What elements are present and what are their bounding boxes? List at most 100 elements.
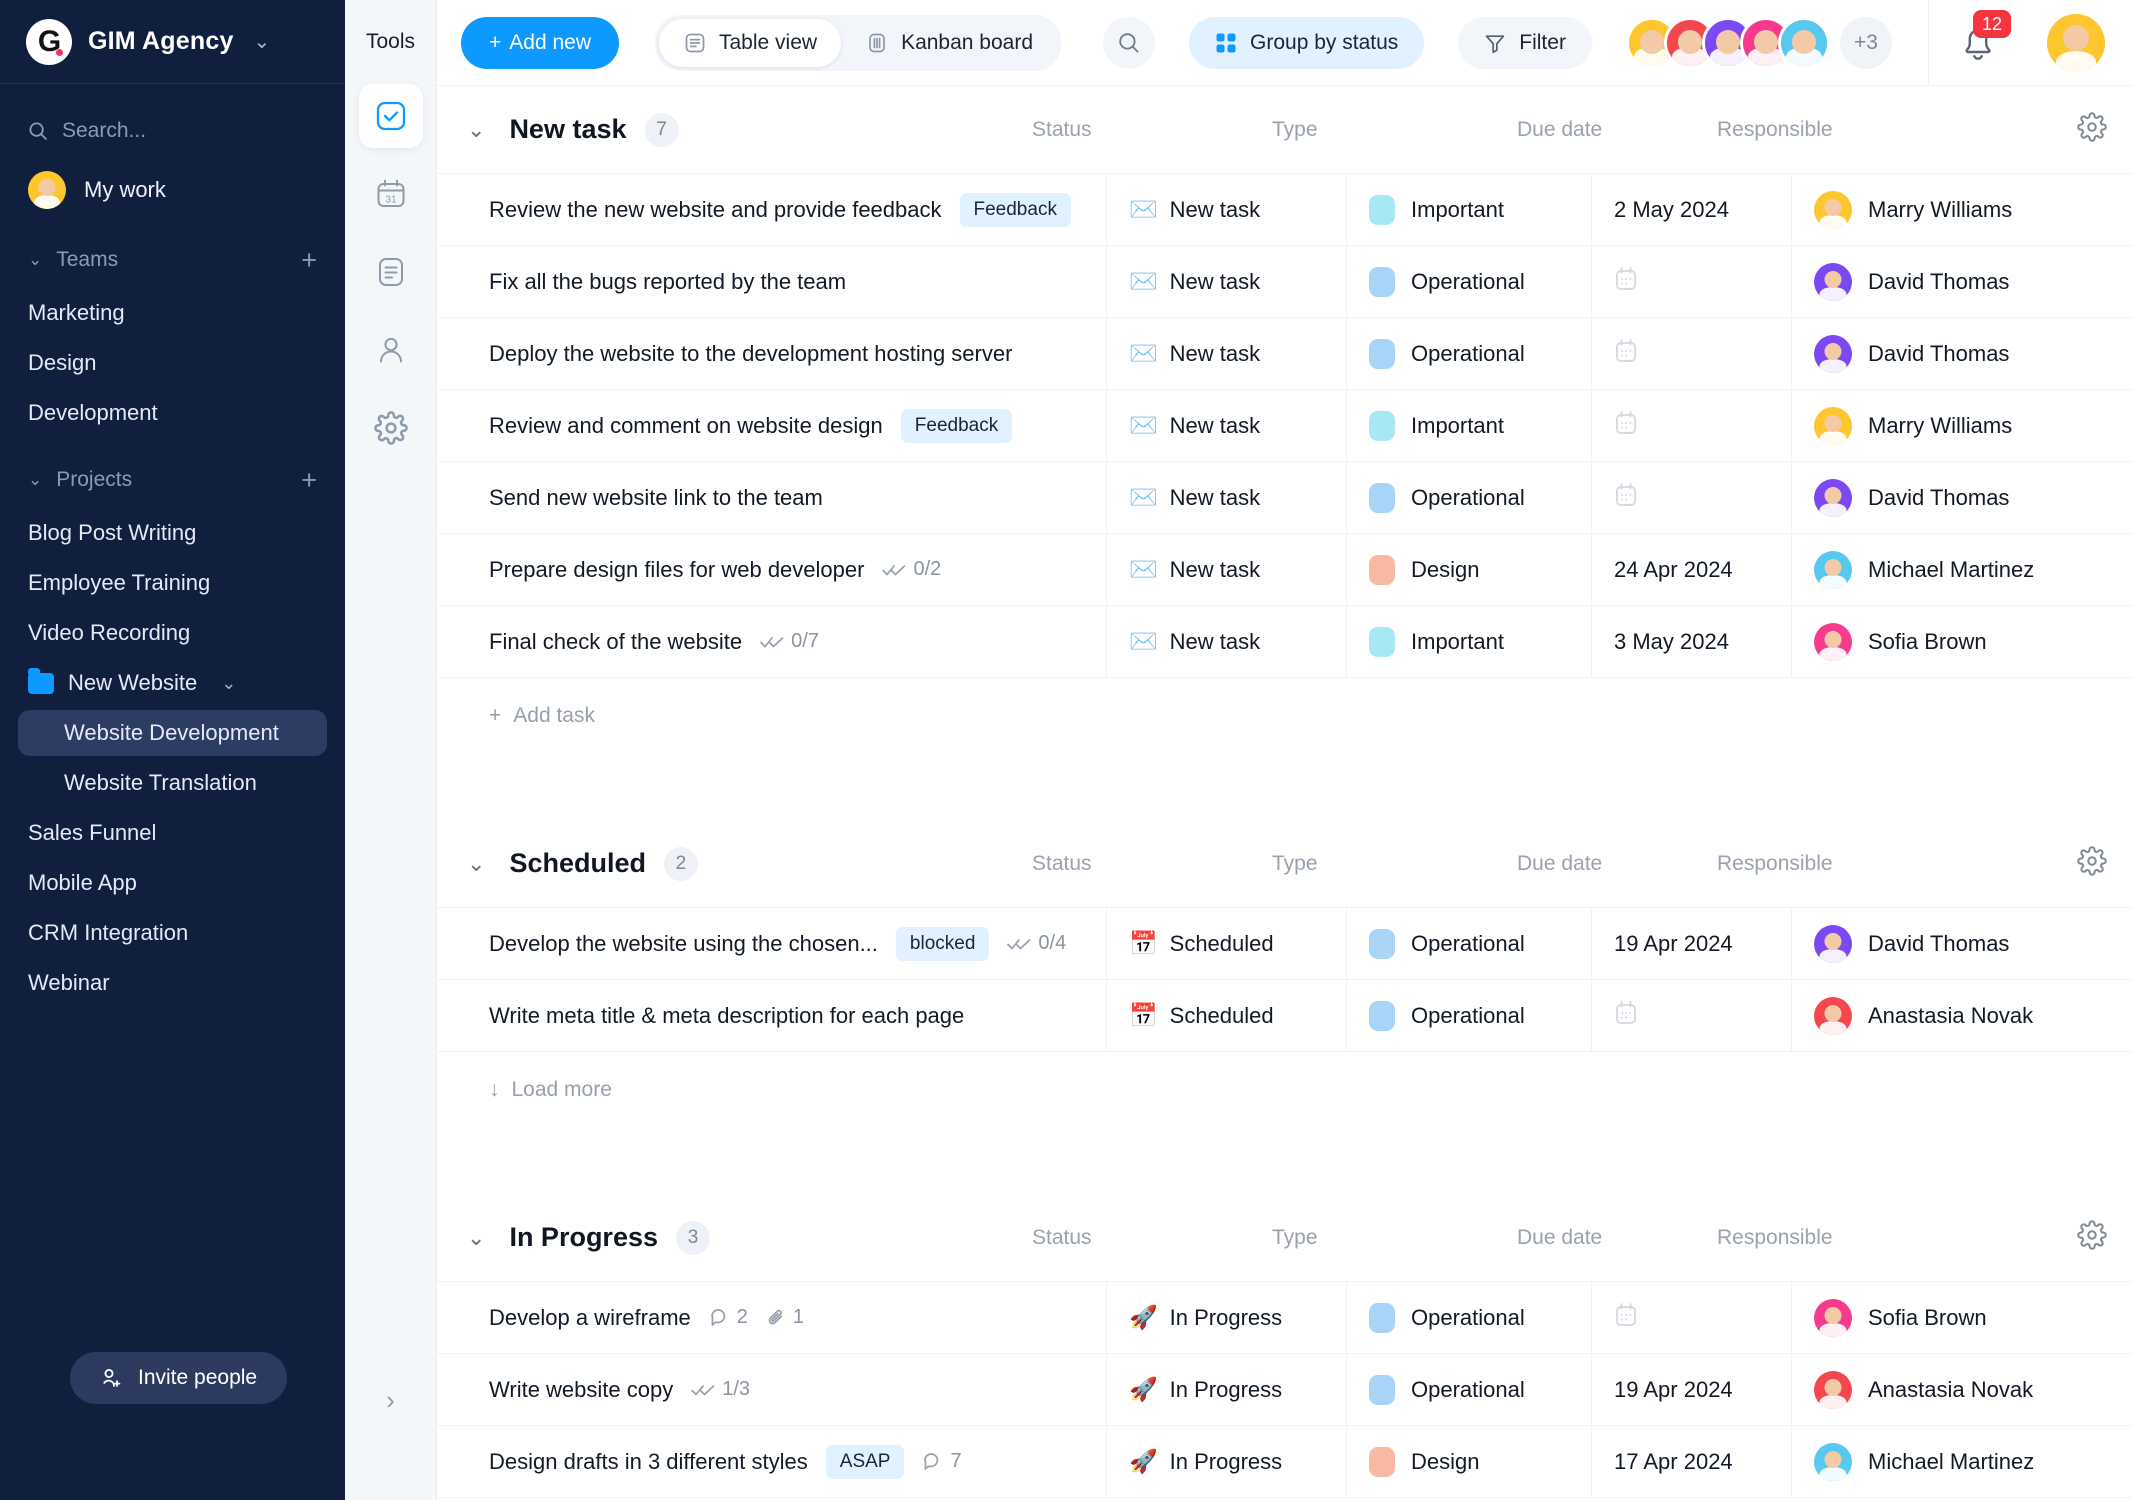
cell-task[interactable]: Write website copy 1/3: [437, 1354, 1107, 1425]
table-row[interactable]: Review and comment on website design Feed…: [437, 390, 2133, 462]
table-row[interactable]: Deploy the website to the development ho…: [437, 318, 2133, 390]
cell-type[interactable]: Operational: [1347, 462, 1592, 533]
sidebar-item-sales-funnel[interactable]: Sales Funnel: [0, 808, 345, 858]
table-row[interactable]: Write meta title & meta description for …: [437, 980, 2133, 1052]
cell-due-date[interactable]: 19 Apr 2024: [1592, 1354, 1792, 1425]
cell-status[interactable]: ✉️ New task: [1107, 534, 1347, 605]
cell-responsible[interactable]: Michael Martinez: [1792, 534, 2133, 605]
more-members-count[interactable]: +3: [1840, 16, 1892, 69]
cell-status[interactable]: 🚀 In Progress: [1107, 1426, 1347, 1497]
sidebar-item-development[interactable]: Development: [0, 388, 345, 438]
notifications-button[interactable]: 12: [1955, 9, 2012, 66]
calendar-icon[interactable]: 31: [359, 162, 423, 226]
cell-type[interactable]: Design: [1347, 534, 1592, 605]
cell-task[interactable]: Develop the website using the chosen... b…: [437, 908, 1107, 979]
workspace-switcher[interactable]: G GIM Agency ⌄: [0, 0, 345, 84]
search-button[interactable]: [1103, 16, 1156, 69]
cell-type[interactable]: Important: [1347, 606, 1592, 677]
add-team-button[interactable]: +: [301, 246, 317, 274]
cell-responsible[interactable]: Marry Williams: [1792, 174, 2133, 245]
tab-kanban-board[interactable]: Kanban board: [841, 19, 1057, 67]
cell-task[interactable]: Develop a wireframe 2 1: [437, 1282, 1107, 1353]
cell-type[interactable]: Design: [1347, 1426, 1592, 1497]
cell-status[interactable]: 🚀 In Progress: [1107, 1282, 1347, 1353]
cell-status[interactable]: ✉️ New task: [1107, 606, 1347, 677]
sidebar-item-video-recording[interactable]: Video Recording: [0, 608, 345, 658]
cell-due-date[interactable]: [1592, 246, 1792, 317]
cell-type[interactable]: Operational: [1347, 1282, 1592, 1353]
cell-status[interactable]: 📅 Scheduled: [1107, 980, 1347, 1051]
cell-task[interactable]: Prepare design files for web developer 0/…: [437, 534, 1107, 605]
cell-type[interactable]: Operational: [1347, 980, 1592, 1051]
sidebar-item-design[interactable]: Design: [0, 338, 345, 388]
cell-status[interactable]: ✉️ New task: [1107, 390, 1347, 461]
calendar-empty-icon[interactable]: [1614, 1000, 1638, 1031]
chevron-down-icon[interactable]: ⌄: [467, 851, 485, 877]
cell-responsible[interactable]: David Thomas: [1792, 318, 2133, 389]
cell-due-date[interactable]: 19 Apr 2024: [1592, 908, 1792, 979]
cell-task[interactable]: Fix all the bugs reported by the team: [437, 246, 1107, 317]
cell-due-date[interactable]: [1592, 980, 1792, 1051]
task-group-header[interactable]: ⌄ Scheduled 2 Status Type Due date Responsible: [437, 820, 2133, 908]
table-row[interactable]: Review the new website and provide feedb…: [437, 174, 2133, 246]
cell-responsible[interactable]: Sofia Brown: [1792, 1282, 2133, 1353]
cell-responsible[interactable]: David Thomas: [1792, 462, 2133, 533]
cell-responsible[interactable]: Michael Martinez: [1792, 1426, 2133, 1497]
table-row[interactable]: Prepare design files for web developer 0/…: [437, 534, 2133, 606]
cell-status[interactable]: 🚀 In Progress: [1107, 1354, 1347, 1425]
cell-type[interactable]: Operational: [1347, 1354, 1592, 1425]
cell-responsible[interactable]: Anastasia Novak: [1792, 980, 2133, 1051]
sidebar-item-webinar[interactable]: Webinar: [0, 958, 345, 1008]
sidebar-item-marketing[interactable]: Marketing: [0, 288, 345, 338]
contacts-icon[interactable]: [359, 318, 423, 382]
cell-status[interactable]: ✉️ New task: [1107, 462, 1347, 533]
cell-task[interactable]: Deploy the website to the development ho…: [437, 318, 1107, 389]
tasks-icon[interactable]: [358, 84, 423, 148]
cell-responsible[interactable]: Anastasia Novak: [1792, 1354, 2133, 1425]
cell-due-date[interactable]: 17 Apr 2024: [1592, 1426, 1792, 1497]
sidebar-section-teams[interactable]: ⌄ Teams +: [0, 232, 345, 288]
sidebar-item-employee-training[interactable]: Employee Training: [0, 558, 345, 608]
task-group-header[interactable]: ⌄ New task 7 Status Type Due date Responsible: [437, 86, 2133, 174]
invite-people-button[interactable]: Invite people: [70, 1352, 288, 1404]
cell-responsible[interactable]: Marry Williams: [1792, 390, 2133, 461]
cell-due-date[interactable]: [1592, 318, 1792, 389]
table-row[interactable]: Fix all the bugs reported by the team ✉️ N…: [437, 246, 2133, 318]
cell-task[interactable]: Review and comment on website design Feed…: [437, 390, 1107, 461]
cell-type[interactable]: Operational: [1347, 908, 1592, 979]
task-table-scroll[interactable]: ⌄ New task 7 Status Type Due date Responsible R…: [437, 86, 2133, 1500]
sidebar-item-mobile-app[interactable]: Mobile App: [0, 858, 345, 908]
cell-type[interactable]: Important: [1347, 390, 1592, 461]
table-row[interactable]: Write website copy 1/3 🚀 In Progress Operati…: [437, 1354, 2133, 1426]
sidebar-item-website-development[interactable]: Website Development: [0, 708, 345, 758]
table-row[interactable]: Final check of the website 0/7 ✉️ New task I…: [437, 606, 2133, 678]
calendar-empty-icon[interactable]: [1614, 1302, 1638, 1333]
table-row[interactable]: Develop a wireframe 2 1 🚀 In Progress Operati…: [437, 1282, 2133, 1354]
cell-responsible[interactable]: David Thomas: [1792, 908, 2133, 979]
cell-type[interactable]: Operational: [1347, 246, 1592, 317]
sidebar-search[interactable]: Search...: [0, 100, 345, 162]
cell-due-date[interactable]: [1592, 390, 1792, 461]
tab-table-view[interactable]: Table view: [659, 18, 842, 67]
sidebar-item-crm-integration[interactable]: CRM Integration: [0, 908, 345, 958]
chevron-down-icon[interactable]: ⌄: [467, 117, 485, 143]
cell-due-date[interactable]: [1592, 462, 1792, 533]
cell-responsible[interactable]: Sofia Brown: [1792, 606, 2133, 677]
calendar-empty-icon[interactable]: [1614, 266, 1638, 297]
cell-responsible[interactable]: David Thomas: [1792, 246, 2133, 317]
cell-type[interactable]: Important: [1347, 174, 1592, 245]
add-project-button[interactable]: +: [301, 466, 317, 494]
column-settings-button[interactable]: [2077, 1220, 2107, 1255]
add-task-button[interactable]: + Add task: [437, 678, 2133, 754]
cell-due-date[interactable]: 3 May 2024: [1592, 606, 1792, 677]
table-row[interactable]: Design drafts in 3 different styles ASAP 7…: [437, 1426, 2133, 1498]
chevron-down-icon[interactable]: ⌄: [467, 1225, 485, 1251]
filter-button[interactable]: Filter: [1458, 16, 1592, 69]
table-row[interactable]: Develop the website using the chosen... b…: [437, 908, 2133, 980]
member-avatars[interactable]: +3: [1626, 16, 1898, 69]
add-new-button[interactable]: + Add new: [461, 16, 619, 69]
avatar[interactable]: [1778, 16, 1830, 69]
load-more-button[interactable]: ↓ Load more: [437, 1052, 2133, 1128]
cell-status[interactable]: 📅 Scheduled: [1107, 908, 1347, 979]
column-settings-button[interactable]: [2077, 112, 2107, 147]
